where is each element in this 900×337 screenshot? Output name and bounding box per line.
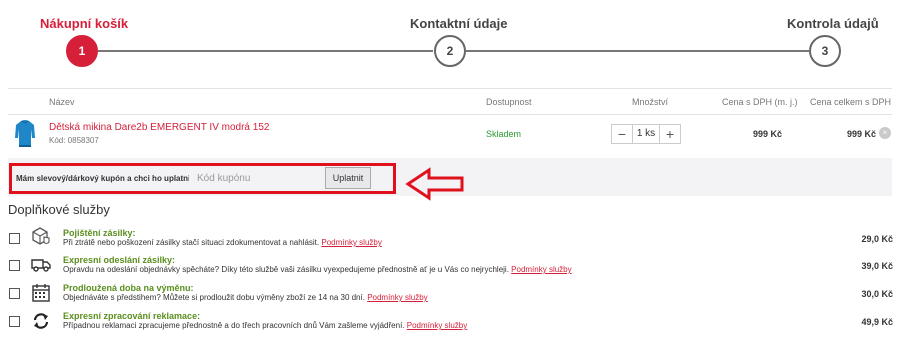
unit-price: 999 Kč (752, 129, 782, 139)
availability-status: Skladem (486, 129, 522, 139)
header-quantity: Množství (632, 97, 669, 107)
step-3-label: Kontrola údajů (787, 16, 879, 31)
quantity-decrease-button[interactable]: − (612, 125, 632, 143)
step-1-label[interactable]: Nákupní košík (40, 16, 128, 31)
coupon-code-input[interactable] (189, 167, 321, 189)
package-shield-icon (32, 227, 50, 245)
service-price: 30,0 Kč (861, 289, 893, 299)
service-title: Expresní zpracování reklamace: (63, 311, 201, 321)
remove-item-icon[interactable]: × (879, 127, 891, 139)
refresh-arrows-icon (33, 313, 49, 329)
quantity-increase-button[interactable]: + (660, 125, 680, 143)
service-checkbox[interactable] (9, 288, 20, 299)
step-3-circle: 3 (809, 35, 841, 67)
header-total-price: Cena celkem s DPH (810, 97, 892, 107)
total-price: 999 Kč (846, 129, 876, 139)
service-price: 29,0 Kč (861, 234, 893, 244)
calendar-icon (32, 284, 50, 302)
product-code: Kód: 0858307 (49, 136, 99, 145)
service-price: 49,9 Kč (861, 317, 893, 327)
service-checkbox[interactable] (9, 233, 20, 244)
header-availability: Dostupnost (486, 97, 532, 107)
checkout-stepper: Nákupní košík 1 Kontaktní údaje 2 Kontro… (0, 0, 900, 80)
service-terms-link[interactable]: Podmínky služby (367, 293, 427, 302)
service-description: Případnou reklamaci zpracujeme přednostn… (63, 321, 468, 330)
service-checkbox[interactable] (9, 260, 20, 271)
service-price: 39,0 Kč (861, 261, 893, 271)
service-terms-link[interactable]: Podmínky služby (321, 238, 381, 247)
step-1-circle[interactable]: 1 (66, 35, 98, 67)
quantity-value[interactable]: 1 ks (632, 125, 660, 143)
service-terms-link[interactable]: Podmínky služby (511, 265, 571, 274)
service-checkbox[interactable] (9, 316, 20, 327)
service-description: Při ztrátě nebo poškození zásilky stačí … (63, 238, 382, 247)
service-title: Expresní odeslání zásilky: (63, 255, 176, 265)
service-title: Prodloužená doba na výměnu: (63, 283, 194, 293)
product-name-link[interactable]: Dětská mikina Dare2b EMERGENT IV modrá 1… (49, 122, 269, 133)
service-terms-link[interactable]: Podmínky služby (407, 321, 467, 330)
product-thumbnail[interactable] (13, 118, 37, 150)
delivery-truck-icon (31, 259, 51, 272)
table-header-divider (8, 114, 892, 115)
table-top-divider (8, 88, 892, 89)
quantity-stepper: − 1 ks + (611, 124, 681, 144)
left-arrow-annotation-icon (405, 167, 464, 201)
apply-coupon-button[interactable]: Uplatnit (325, 167, 371, 189)
stepper-line-2 (466, 50, 809, 52)
service-title: Pojištění zásilky: (63, 228, 136, 238)
stepper-line-1 (98, 50, 433, 52)
service-description: Objednáváte s předstihem? Můžete si prod… (63, 293, 428, 302)
header-name: Název (49, 97, 75, 107)
step-2-circle: 2 (434, 35, 466, 67)
header-unit-price: Cena s DPH (m. j.) (722, 97, 798, 107)
service-description: Opravdu na odeslání objednávky spěcháte?… (63, 265, 572, 274)
coupon-label: Mám slevový/dárkový kupón a chci ho upla… (16, 174, 196, 183)
step-2-label: Kontaktní údaje (410, 16, 508, 31)
services-heading: Doplňkové služby (8, 202, 110, 217)
